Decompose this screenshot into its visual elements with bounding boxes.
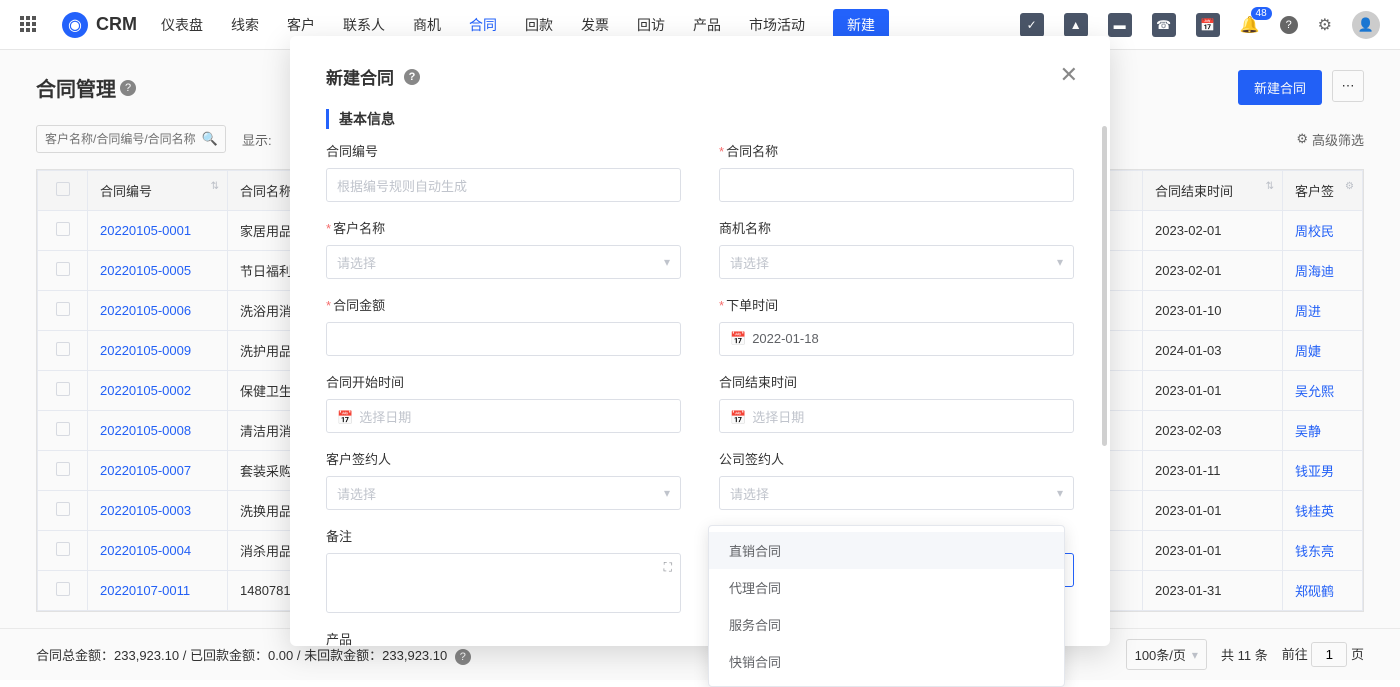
field-start-date: 合同开始时间 📅选择日期 xyxy=(326,372,681,433)
dropdown-option[interactable]: 直销合同 xyxy=(709,532,1064,569)
customer-select[interactable]: 请选择▾ xyxy=(326,245,681,279)
dropdown-option[interactable]: 代理合同 xyxy=(709,569,1064,606)
settings-icon[interactable]: ⚙ xyxy=(1318,15,1332,35)
nav-payments[interactable]: 回款 xyxy=(525,15,553,35)
end-date-input[interactable]: 📅选择日期 xyxy=(719,399,1074,433)
field-remark: 备注 ⛶ xyxy=(326,526,681,613)
amount-input[interactable] xyxy=(326,322,681,356)
dropdown-option[interactable]: 快销合同 xyxy=(709,643,1064,680)
chevron-down-icon: ▾ xyxy=(664,255,670,269)
nav-invoices[interactable]: 发票 xyxy=(581,15,609,35)
nav-contracts[interactable]: 合同 xyxy=(469,15,497,35)
modal-help-icon[interactable]: ? xyxy=(404,69,420,85)
opportunity-select[interactable]: 请选择▾ xyxy=(719,245,1074,279)
phone-icon[interactable]: ☎ xyxy=(1152,13,1176,37)
remark-textarea[interactable]: ⛶ xyxy=(326,553,681,613)
field-contract-no: 合同编号 根据编号规则自动生成 xyxy=(326,141,681,202)
expand-icon[interactable]: ⛶ xyxy=(664,560,672,575)
field-cust-signer: 客户签约人 请选择▾ xyxy=(326,449,681,510)
help-icon[interactable]: ? xyxy=(1280,16,1298,34)
calendar-icon: 📅 xyxy=(730,410,746,425)
nav-customers[interactable]: 客户 xyxy=(287,15,315,35)
logo-icon: ◉ xyxy=(62,12,88,38)
modal-scrollbar[interactable] xyxy=(1102,126,1107,446)
user-avatar[interactable]: 👤 xyxy=(1352,11,1380,39)
nav-leads[interactable]: 线索 xyxy=(231,15,259,35)
field-end-date: 合同结束时间 📅选择日期 xyxy=(719,372,1074,433)
section-basic-info: 基本信息 xyxy=(326,109,1074,129)
logo[interactable]: ◉ CRM xyxy=(62,12,137,38)
nav-marketing[interactable]: 市场活动 xyxy=(749,15,805,35)
contract-type-dropdown: 直销合同 代理合同 服务合同 快销合同 xyxy=(708,525,1065,687)
note-icon[interactable]: ▬ xyxy=(1108,13,1132,37)
contact-icon[interactable]: ▲ xyxy=(1064,13,1088,37)
field-opportunity: 商机名称 请选择▾ xyxy=(719,218,1074,279)
chevron-down-icon: ▾ xyxy=(664,486,670,500)
contract-no-input[interactable]: 根据编号规则自动生成 xyxy=(326,168,681,202)
modal-close-button[interactable]: ✕ xyxy=(1060,62,1078,88)
order-time-input[interactable]: 📅2022-01-18 xyxy=(719,322,1074,356)
modal-title: 新建合同 ? xyxy=(326,64,1074,89)
notification-badge: 48 xyxy=(1251,7,1272,20)
nav-products[interactable]: 产品 xyxy=(693,15,721,35)
comp-signer-select[interactable]: 请选择▾ xyxy=(719,476,1074,510)
calendar-icon: 📅 xyxy=(337,410,353,425)
nav-revisits[interactable]: 回访 xyxy=(637,15,665,35)
app-name: CRM xyxy=(96,14,137,35)
chevron-down-icon: ▾ xyxy=(1057,255,1063,269)
field-customer: *客户名称 请选择▾ xyxy=(326,218,681,279)
dropdown-option[interactable]: 服务合同 xyxy=(709,606,1064,643)
field-amount: *合同金额 xyxy=(326,295,681,356)
apps-grid-icon[interactable] xyxy=(20,16,38,34)
task-icon[interactable]: ✓ xyxy=(1020,13,1044,37)
calendar-icon[interactable]: 📅 xyxy=(1196,13,1220,37)
contract-name-input[interactable] xyxy=(719,168,1074,202)
nav-dashboard[interactable]: 仪表盘 xyxy=(161,15,203,35)
field-order-time: *下单时间 📅2022-01-18 xyxy=(719,295,1074,356)
nav-opportunities[interactable]: 商机 xyxy=(413,15,441,35)
start-date-input[interactable]: 📅选择日期 xyxy=(326,399,681,433)
chevron-down-icon: ▾ xyxy=(1057,486,1063,500)
cust-signer-select[interactable]: 请选择▾ xyxy=(326,476,681,510)
nav-right: ✓ ▲ ▬ ☎ 📅 🔔 48 ? ⚙ 👤 xyxy=(1020,11,1380,39)
notifications[interactable]: 🔔 48 xyxy=(1240,15,1260,35)
field-contract-name: *合同名称 xyxy=(719,141,1074,202)
field-comp-signer: 公司签约人 请选择▾ xyxy=(719,449,1074,510)
calendar-icon: 📅 xyxy=(730,331,746,346)
nav-contacts[interactable]: 联系人 xyxy=(343,15,385,35)
